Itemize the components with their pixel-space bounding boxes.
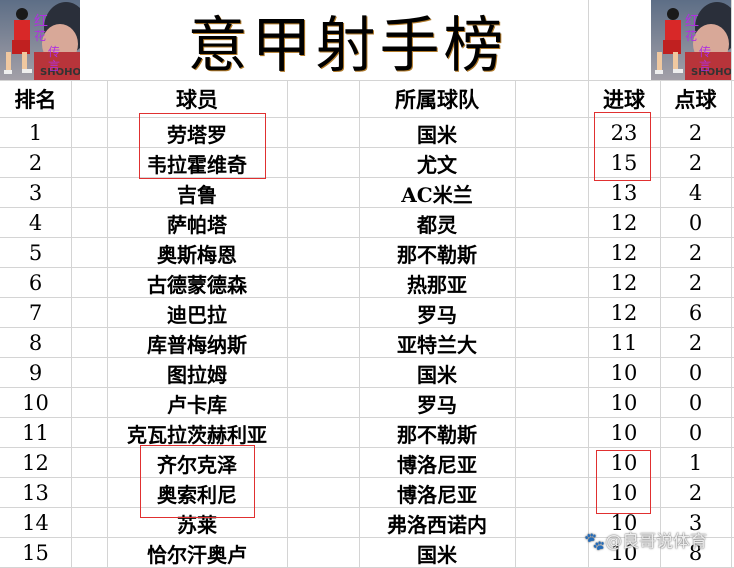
player-cell: 奥斯梅恩 <box>157 242 237 267</box>
team-cell: 亚特兰大 <box>397 332 477 357</box>
goals-cell: 10 <box>610 451 638 475</box>
team-cell: 国米 <box>417 362 457 387</box>
goals-cell: 10 <box>610 391 638 415</box>
player-cell: 卢卡库 <box>167 392 227 417</box>
goals-cell: 12 <box>610 301 638 325</box>
rank-cell: 13 <box>22 481 49 505</box>
paw-icon: 🐾 <box>584 532 606 552</box>
penalties-cell: 0 <box>688 391 703 415</box>
team-cell: 博洛尼亚 <box>397 452 477 477</box>
penalties-cell: 2 <box>688 121 703 145</box>
player-cell: 吉鲁 <box>177 182 217 207</box>
player-cell: 萨帕塔 <box>167 212 227 237</box>
basketball-player-image: SHOHOKU 红 花 传 言 <box>0 0 80 80</box>
goals-cell: 12 <box>610 241 638 265</box>
rank-cell: 14 <box>22 511 49 535</box>
penalties-cell: 4 <box>688 181 703 205</box>
team-cell: 罗马 <box>417 392 457 417</box>
team-cell: 那不勒斯 <box>397 422 477 447</box>
player-cell: 苏莱 <box>177 512 217 537</box>
team-cell: 博洛尼亚 <box>397 482 477 507</box>
goals-cell: 10 <box>610 361 638 385</box>
page-title: 意甲射手榜 <box>107 0 588 81</box>
team-cell: AC米兰 <box>401 182 473 207</box>
player-cell: 迪巴拉 <box>167 302 227 327</box>
header-rank: 排名 <box>14 86 57 112</box>
grid-vline <box>287 0 288 567</box>
svg-text:言: 言 <box>699 59 711 73</box>
svg-text:传: 传 <box>699 44 711 59</box>
penalties-cell: 1 <box>688 451 703 475</box>
grid-vline <box>731 0 732 567</box>
rank-cell: 1 <box>28 121 43 145</box>
team-cell: 热那亚 <box>407 272 467 297</box>
rank-cell: 7 <box>28 301 43 325</box>
penalties-cell: 2 <box>688 151 703 175</box>
rank-cell: 3 <box>28 181 43 205</box>
rank-cell: 15 <box>22 541 49 565</box>
goals-cell: 23 <box>610 121 638 145</box>
player-cell: 图拉姆 <box>167 362 227 387</box>
header-player: 球员 <box>176 86 218 112</box>
rank-cell: 11 <box>22 421 49 445</box>
header-penalties: 点球 <box>674 86 717 112</box>
rank-cell: 8 <box>28 331 43 355</box>
rank-cell: 9 <box>28 361 43 385</box>
penalties-cell: 2 <box>688 241 703 265</box>
penalties-cell: 0 <box>688 421 703 445</box>
svg-text:红: 红 <box>34 14 48 30</box>
basketball-player-image: SHOHOKU 红 花 传 言 <box>651 0 731 80</box>
grid-vline <box>515 0 516 567</box>
penalties-cell: 2 <box>688 331 703 355</box>
team-cell: 那不勒斯 <box>397 242 477 267</box>
watermark: 🐾@良哥说体育 <box>584 527 707 552</box>
rank-cell: 4 <box>28 211 43 235</box>
rank-cell: 12 <box>22 451 49 475</box>
svg-text:花: 花 <box>34 28 46 43</box>
team-cell: 都灵 <box>417 212 457 237</box>
goals-cell: 10 <box>610 421 638 445</box>
player-cell: 古德蒙德森 <box>147 272 247 297</box>
player-cell: 奥索利尼 <box>157 482 237 507</box>
rank-cell: 2 <box>28 151 43 175</box>
player-cell: 恰尔汗奥卢 <box>147 542 247 567</box>
thumbnail-right: SHOHOKU 红 花 传 言 <box>651 0 731 80</box>
rank-cell: 10 <box>22 391 49 415</box>
penalties-cell: 6 <box>688 301 703 325</box>
thumbnail-left: SHOHOKU 红 花 传 言 <box>0 0 80 80</box>
goals-cell: 12 <box>610 271 638 295</box>
penalties-cell: 2 <box>688 481 703 505</box>
header-goals: 进球 <box>603 86 645 112</box>
svg-text:花: 花 <box>685 28 697 43</box>
team-cell: 罗马 <box>417 302 457 327</box>
player-cell: 齐尔克泽 <box>157 452 237 477</box>
player-cell: 库普梅纳斯 <box>147 332 247 357</box>
goals-cell: 10 <box>610 481 638 505</box>
rank-cell: 6 <box>28 271 43 295</box>
svg-text:红: 红 <box>685 14 699 30</box>
penalties-cell: 2 <box>688 271 703 295</box>
goals-cell: 11 <box>610 331 638 355</box>
team-cell: 弗洛西诺内 <box>387 512 487 537</box>
goals-cell: 15 <box>610 151 638 175</box>
header-team: 所属球队 <box>395 86 479 112</box>
player-cell: 克瓦拉茨赫利亚 <box>127 422 267 447</box>
player-cell: 韦拉霍维奇 <box>147 152 247 177</box>
penalties-cell: 0 <box>688 361 703 385</box>
rank-cell: 5 <box>28 241 43 265</box>
team-cell: 国米 <box>417 542 457 567</box>
svg-text:言: 言 <box>48 59 60 73</box>
goals-cell: 13 <box>610 181 638 205</box>
grid-vline <box>71 0 72 567</box>
team-cell: 尤文 <box>417 152 457 177</box>
penalties-cell: 0 <box>688 211 703 235</box>
player-cell: 劳塔罗 <box>167 122 227 147</box>
goals-cell: 12 <box>610 211 638 235</box>
svg-text:传: 传 <box>48 44 60 59</box>
team-cell: 国米 <box>417 122 457 147</box>
watermark-text: @良哥说体育 <box>605 532 708 552</box>
